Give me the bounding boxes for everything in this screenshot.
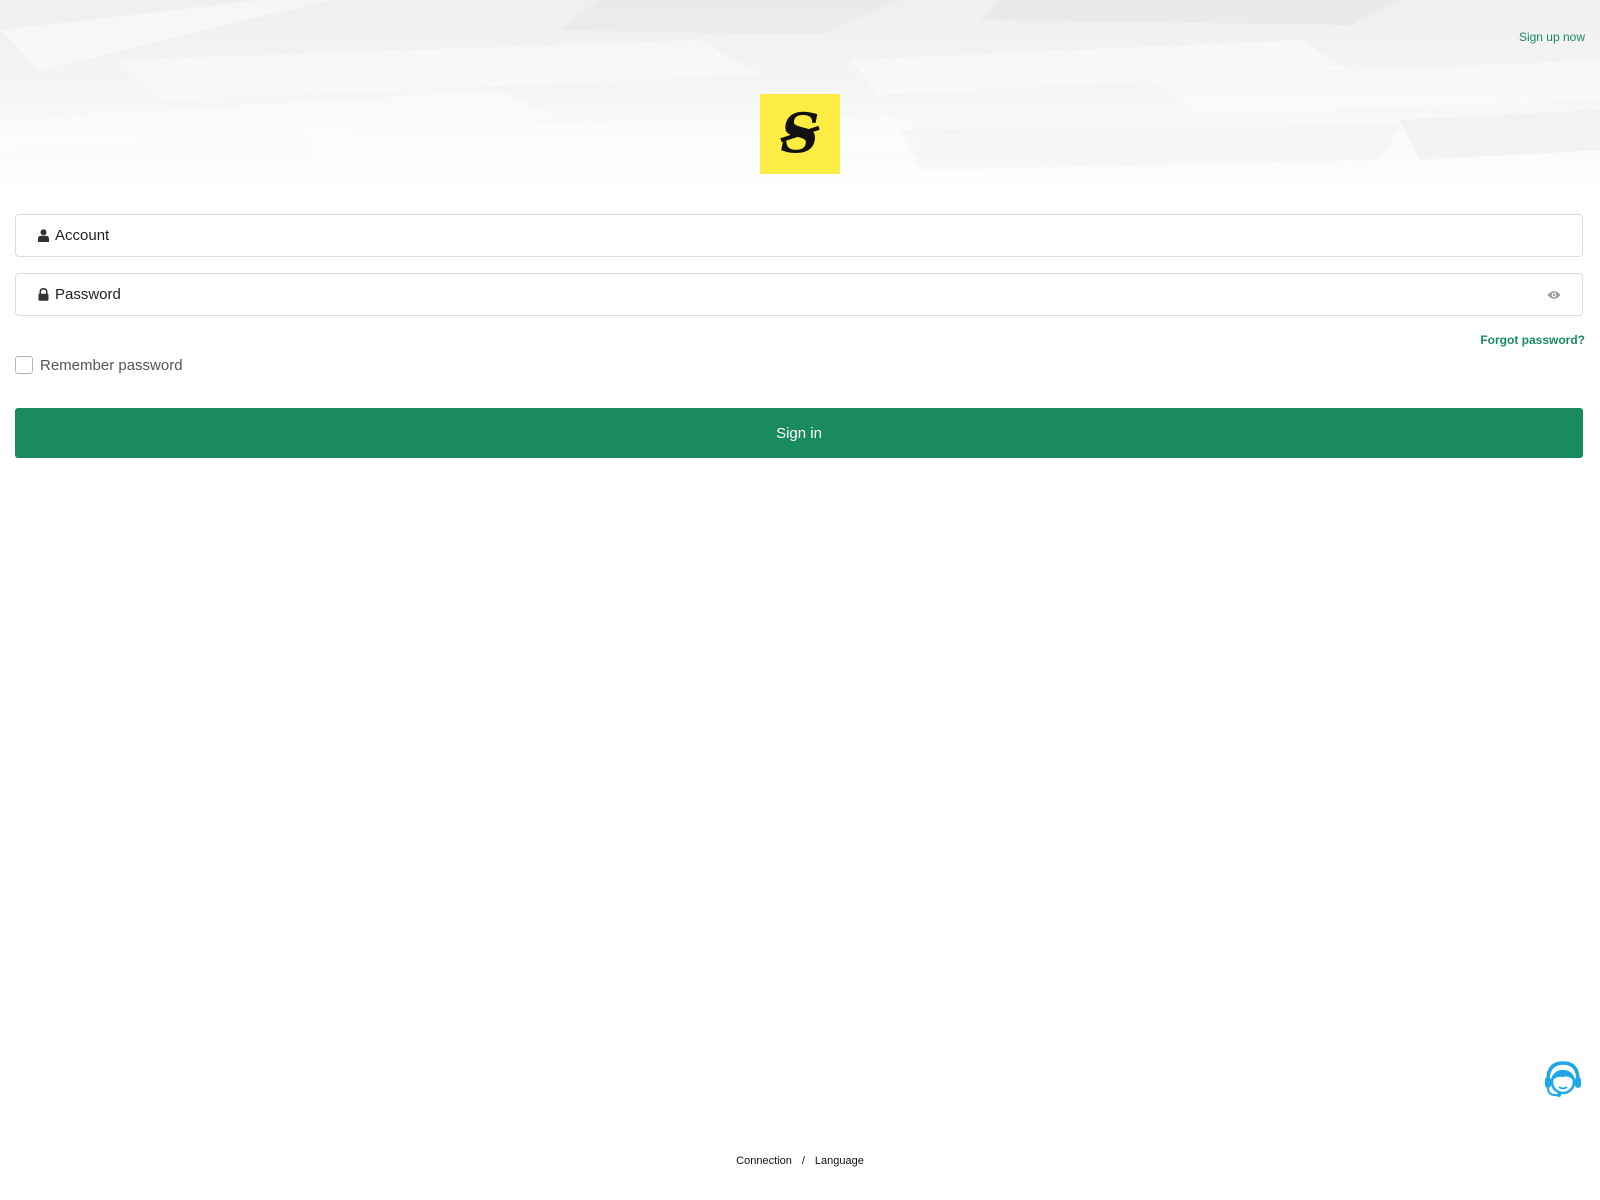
sign-in-button[interactable]: Sign in	[15, 408, 1583, 458]
connection-link[interactable]: Connection	[736, 1155, 792, 1167]
password-input[interactable]	[55, 274, 1546, 315]
remember-password[interactable]: Remember password	[15, 356, 183, 374]
account-input[interactable]	[55, 215, 1582, 256]
language-link[interactable]: Language	[815, 1155, 864, 1167]
gothic-s-logo-icon: S	[780, 106, 820, 162]
footer: Connection / Language	[0, 1155, 1600, 1167]
password-field[interactable]	[15, 273, 1583, 316]
sign-up-link[interactable]: Sign up now	[1519, 30, 1585, 44]
remember-password-label: Remember password	[40, 356, 183, 374]
eye-icon[interactable]	[1546, 287, 1562, 303]
footer-separator: /	[801, 1155, 805, 1167]
account-field[interactable]	[15, 214, 1583, 257]
customer-support-headset-icon[interactable]	[1542, 1058, 1584, 1100]
lock-icon	[36, 287, 50, 303]
brand-logo: S	[760, 94, 840, 174]
user-icon	[36, 228, 50, 244]
remember-password-checkbox[interactable]	[15, 356, 33, 374]
forgot-password-link[interactable]: Forgot password?	[1480, 333, 1585, 347]
